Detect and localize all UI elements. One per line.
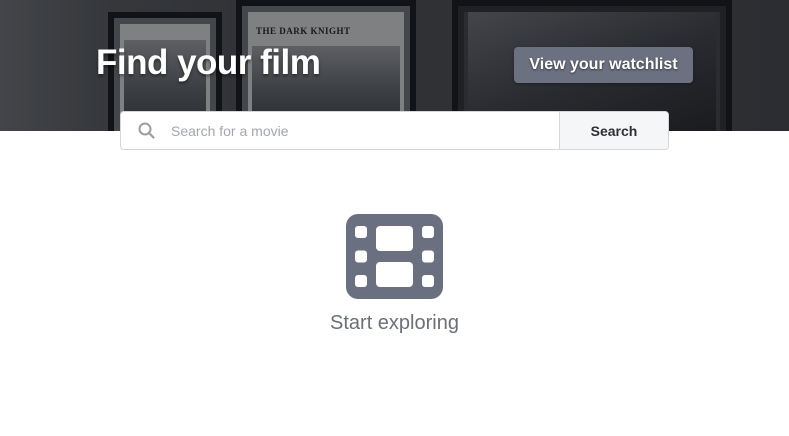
page-title: Find your film [96,43,321,82]
view-watchlist-button[interactable]: View your watchlist [514,47,693,83]
search-button[interactable]: Search [559,112,668,149]
film-icon [0,214,789,299]
search-bar: Search [120,111,669,150]
empty-state-message: Start exploring [330,312,459,334]
empty-state: Start exploring [0,214,789,335]
page: THE DARK KNIGHT Find your film View your… [0,0,789,436]
search-input[interactable] [171,112,559,149]
search-icon [121,112,171,149]
